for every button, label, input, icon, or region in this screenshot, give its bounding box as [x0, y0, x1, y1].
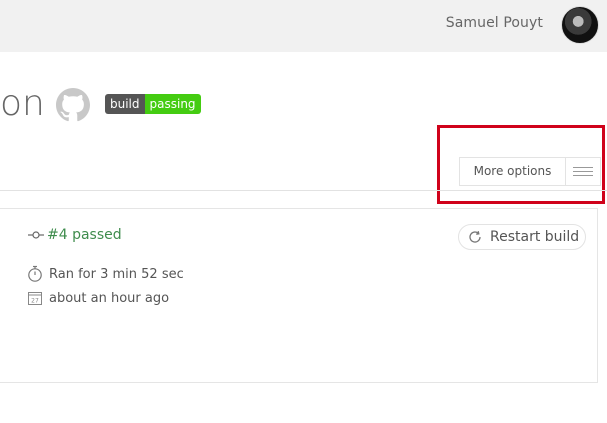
calendar-day: 27 [31, 298, 39, 305]
stopwatch-icon [28, 265, 42, 282]
build-finished: 27 about an hour ago [27, 290, 169, 306]
finished-text: about an hour ago [49, 290, 170, 306]
top-bar: Samuel Pouyt [0, 0, 607, 52]
duration-text: Ran for 3 min 52 sec [49, 266, 184, 282]
commit-icon [28, 231, 44, 239]
user-name[interactable]: Samuel Pouyt [446, 15, 543, 31]
more-options-button[interactable]: More options [460, 158, 566, 185]
hamburger-menu-icon[interactable] [566, 166, 600, 178]
options-bar: More options [459, 157, 601, 186]
avatar[interactable] [561, 6, 599, 44]
restart-build-button[interactable]: Restart build [458, 224, 586, 250]
repo-title[interactable]: on [0, 80, 45, 128]
calendar-icon: 27 [28, 292, 42, 305]
badge-label: build [105, 94, 145, 114]
build-duration: Ran for 3 min 52 sec [27, 265, 184, 283]
section-divider [0, 190, 607, 191]
restart-build-label: Restart build [490, 229, 580, 245]
build-status-link[interactable]: #4 passed [47, 227, 122, 243]
build-status-badge[interactable]: build passing [105, 94, 201, 114]
badge-value: passing [144, 94, 201, 114]
github-icon[interactable] [56, 88, 90, 122]
restart-icon [469, 231, 481, 243]
